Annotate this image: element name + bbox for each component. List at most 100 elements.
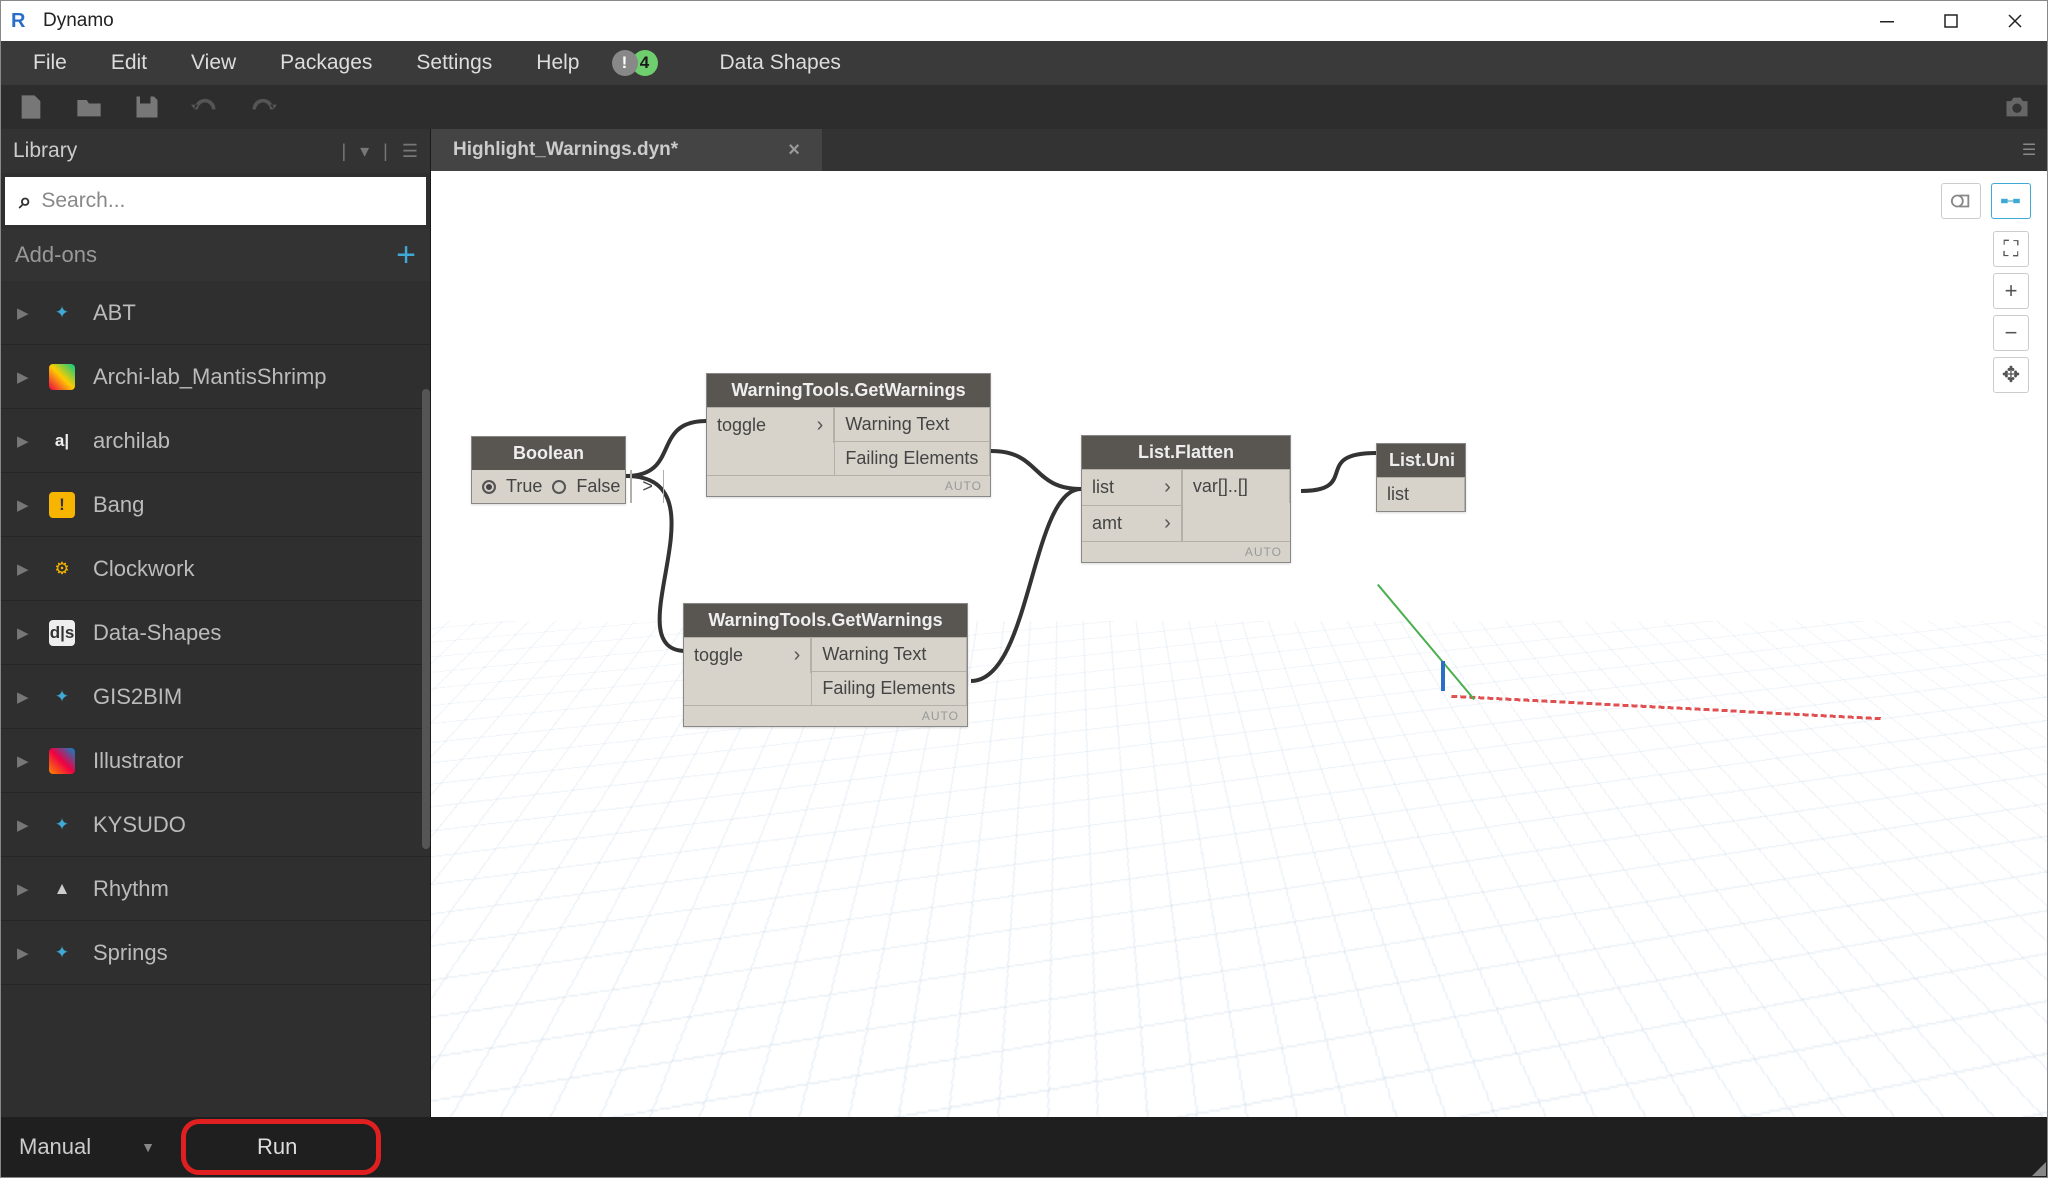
filter-icon[interactable]: ▾ — [360, 141, 369, 162]
node-title: List.Flatten — [1082, 436, 1290, 469]
chevron-right-icon: ▶ — [17, 624, 31, 642]
package-icon — [49, 364, 75, 390]
puzzle-icon: ✦ — [49, 300, 75, 326]
pan-icon[interactable]: ✥ — [1993, 357, 2029, 393]
output-port[interactable]: > — [631, 470, 664, 503]
tree-label: Bang — [93, 492, 144, 518]
chevron-right-icon: ▶ — [17, 688, 31, 706]
tree-item[interactable]: ▶a|archilab — [1, 409, 430, 473]
close-button[interactable] — [1983, 1, 2047, 41]
tree-item[interactable]: ▶✦KYSUDO — [1, 793, 430, 857]
scrollbar[interactable] — [422, 389, 430, 849]
window-controls — [1855, 1, 2047, 41]
notification-badges[interactable]: ! 4 — [612, 50, 658, 76]
menu-edit[interactable]: Edit — [89, 41, 169, 85]
grid-floor — [431, 621, 2047, 1117]
package-tree[interactable]: ▶✦ABT ▶Archi-lab_MantisShrimp ▶a|archila… — [1, 281, 430, 1117]
tree-label: Illustrator — [93, 748, 183, 774]
tab-close-icon[interactable]: × — [788, 139, 800, 162]
input-port-list[interactable]: list — [1377, 477, 1465, 511]
package-icon — [49, 748, 75, 774]
output-port-warning-text[interactable]: Warning Text — [812, 637, 967, 671]
graph-canvas[interactable]: Boolean True False > WarningTools.GetWar… — [431, 171, 2047, 1117]
tree-item[interactable]: ▶Illustrator — [1, 729, 430, 793]
redo-icon[interactable] — [249, 93, 277, 121]
tree-item[interactable]: ▶✦GIS2BIM — [1, 665, 430, 729]
search-box[interactable]: ⌕ — [5, 177, 426, 225]
search-input[interactable] — [41, 189, 412, 213]
undo-icon[interactable] — [191, 93, 219, 121]
open-file-icon[interactable] — [75, 93, 103, 121]
input-port-amt[interactable]: amt — [1082, 505, 1182, 541]
node-list-flatten[interactable]: List.Flatten list amt var[]..[] AUTO — [1081, 435, 1291, 563]
output-port-failing-elements[interactable]: Failing Elements — [835, 441, 990, 475]
view-toggles — [1941, 183, 2031, 219]
radio-true-label: True — [506, 476, 542, 497]
chevron-right-icon: ▶ — [17, 944, 31, 962]
fit-view-icon[interactable]: ⛶ — [1993, 231, 2029, 267]
library-header: Library | ▾ | ☰ — [1, 129, 430, 173]
tree-item[interactable]: ▶✦ABT — [1, 281, 430, 345]
input-port-toggle[interactable]: toggle — [684, 637, 811, 673]
node-getwarnings-1[interactable]: WarningTools.GetWarnings toggle Warning … — [706, 373, 991, 497]
menu-settings[interactable]: Settings — [394, 41, 514, 85]
tree-item[interactable]: ▶!Bang — [1, 473, 430, 537]
radio-true[interactable] — [482, 480, 496, 494]
radio-false[interactable] — [552, 480, 566, 494]
puzzle-icon: ✦ — [49, 812, 75, 838]
output-port-warning-text[interactable]: Warning Text — [835, 407, 990, 441]
gear-icon: ⚙ — [49, 556, 75, 582]
node-lacing: AUTO — [1082, 541, 1290, 562]
menu-view[interactable]: View — [169, 41, 258, 85]
output-port-failing-elements[interactable]: Failing Elements — [812, 671, 967, 705]
tab-active[interactable]: Highlight_Warnings.dyn* × — [431, 129, 822, 171]
minimize-button[interactable] — [1855, 1, 1919, 41]
tree-label: Springs — [93, 940, 168, 966]
tree-item[interactable]: ▶▲Rhythm — [1, 857, 430, 921]
save-icon[interactable] — [133, 93, 161, 121]
input-port-list[interactable]: list — [1082, 469, 1182, 505]
run-mode-dropdown[interactable]: Manual ▼ — [19, 1134, 155, 1160]
node-getwarnings-2[interactable]: WarningTools.GetWarnings toggle Warning … — [683, 603, 968, 727]
add-icon[interactable]: + — [396, 236, 416, 275]
node-list-unique[interactable]: List.Uni list — [1376, 443, 1466, 512]
addons-header[interactable]: Add-ons + — [1, 229, 430, 281]
bulb-icon: ! — [49, 492, 75, 518]
output-port-var[interactable]: var[]..[] — [1183, 469, 1290, 503]
tree-item[interactable]: ▶Archi-lab_MantisShrimp — [1, 345, 430, 409]
nav-controls: ⛶ + − ✥ — [1993, 231, 2029, 393]
search-icon: ⌕ — [19, 188, 31, 214]
canvas-area: Highlight_Warnings.dyn* × ☰ — [431, 129, 2047, 1117]
tree-item[interactable]: ▶✦Springs — [1, 921, 430, 985]
list-view-icon[interactable]: ☰ — [402, 141, 418, 162]
zoom-in-icon[interactable]: + — [1993, 273, 2029, 309]
menu-help[interactable]: Help — [514, 41, 601, 85]
toolbar — [1, 85, 2047, 129]
new-file-icon[interactable] — [17, 93, 45, 121]
node-title: List.Uni — [1377, 444, 1465, 477]
camera-icon[interactable] — [2003, 93, 2031, 121]
app-window: R Dynamo File Edit View Packages Setting… — [0, 0, 2048, 1178]
node-boolean[interactable]: Boolean True False > — [471, 436, 626, 504]
input-port-toggle[interactable]: toggle — [707, 407, 834, 443]
zoom-out-icon[interactable]: − — [1993, 315, 2029, 351]
tree-item[interactable]: ▶d|sData-Shapes — [1, 601, 430, 665]
menu-file[interactable]: File — [11, 41, 89, 85]
menu-datashapes[interactable]: Data Shapes — [698, 41, 863, 85]
addons-label: Add-ons — [15, 242, 97, 268]
window-title: Dynamo — [43, 10, 114, 32]
geometry-view-toggle[interactable] — [1941, 183, 1981, 219]
graph-view-toggle[interactable] — [1991, 183, 2031, 219]
chevron-right-icon: ▶ — [17, 432, 31, 450]
tree-label: GIS2BIM — [93, 684, 182, 710]
maximize-button[interactable] — [1919, 1, 1983, 41]
tab-menu-icon[interactable]: ☰ — [2011, 140, 2047, 160]
tree-item[interactable]: ▶⚙Clockwork — [1, 537, 430, 601]
chevron-right-icon: ▶ — [17, 560, 31, 578]
menubar: File Edit View Packages Settings Help ! … — [1, 41, 2047, 85]
resize-grip[interactable] — [2030, 1160, 2046, 1176]
chevron-right-icon: ▶ — [17, 880, 31, 898]
chevron-down-icon: ▼ — [141, 1139, 155, 1155]
menu-packages[interactable]: Packages — [258, 41, 394, 85]
bottombar: Manual ▼ Run — [1, 1117, 2047, 1177]
